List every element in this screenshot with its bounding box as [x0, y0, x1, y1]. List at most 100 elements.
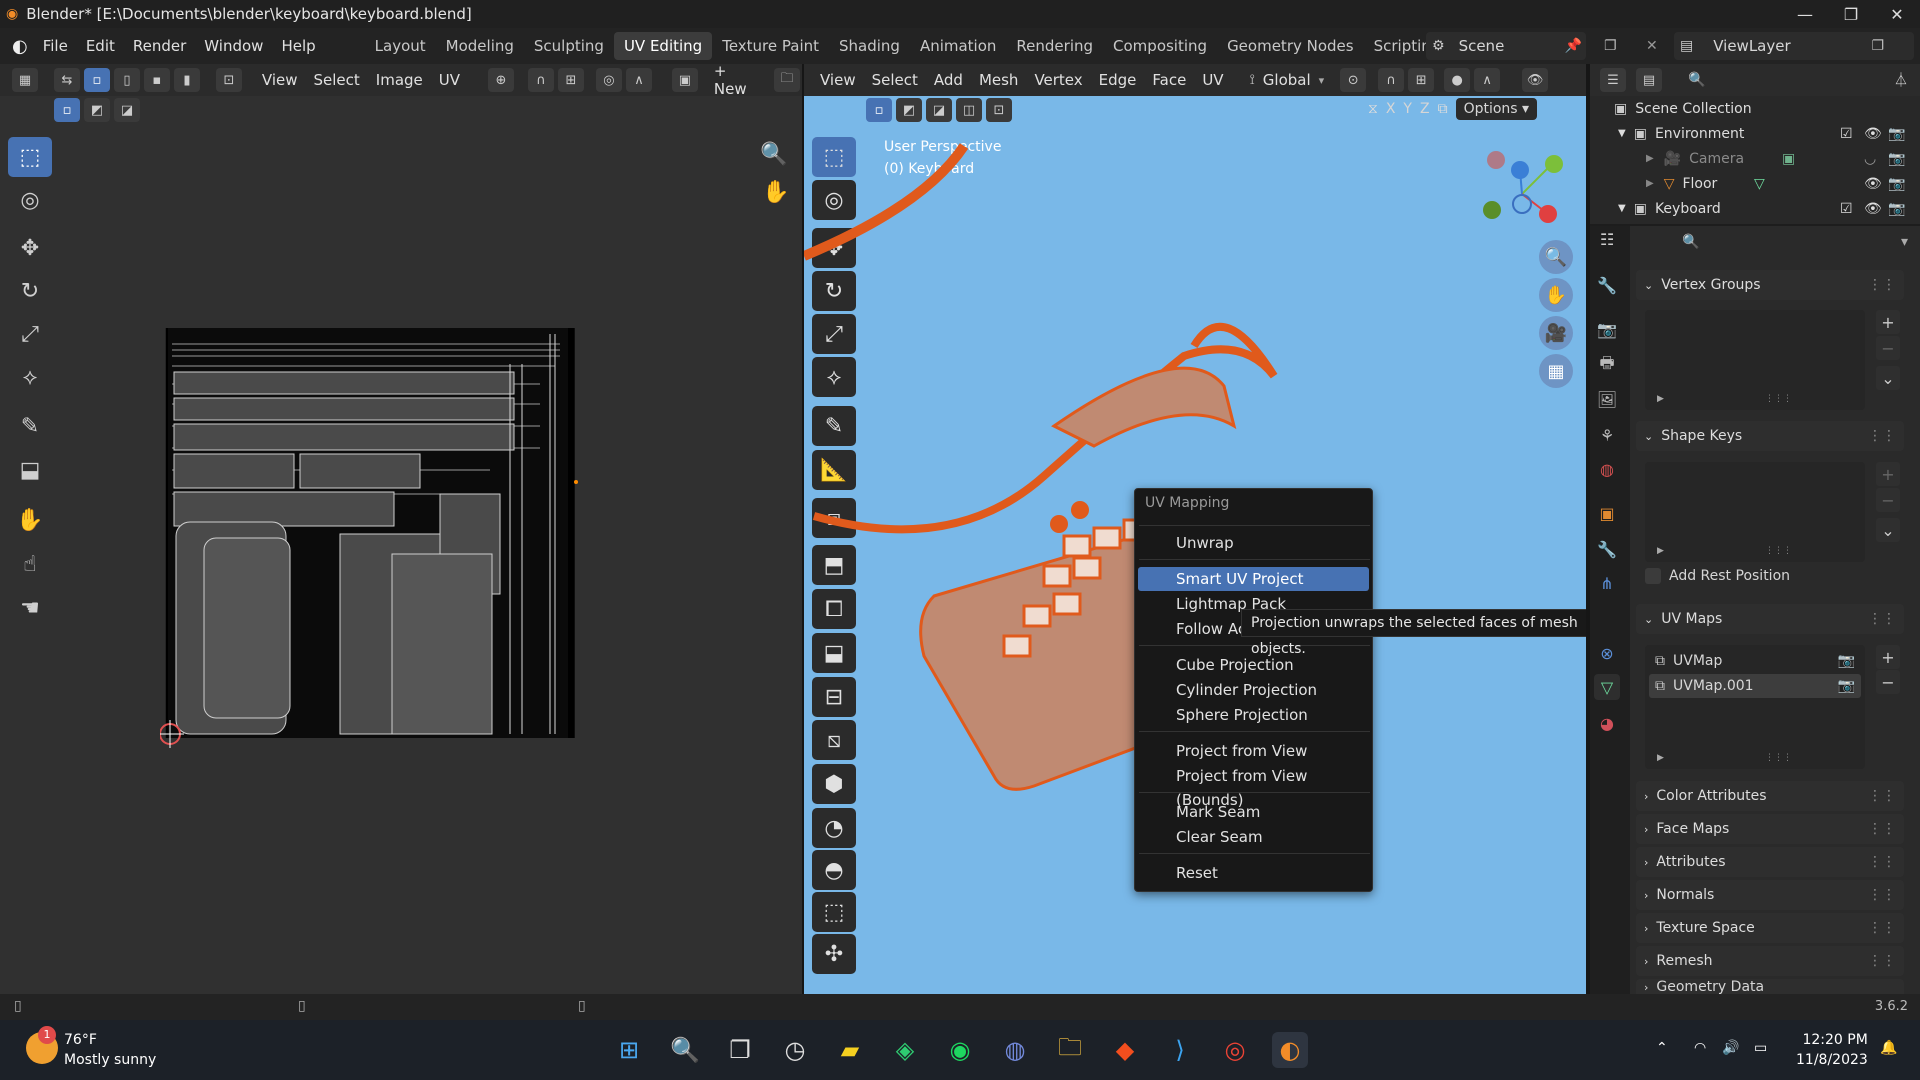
relax-tool-icon[interactable]: ☝	[8, 544, 52, 584]
expand-icon[interactable]: ▶	[1646, 153, 1654, 164]
outliner-type-icon[interactable]: ☰	[1600, 68, 1626, 92]
checkbox-icon[interactable]: ☑	[1840, 201, 1853, 217]
edge-select-icon[interactable]: ▯	[113, 68, 140, 92]
props-options-chevron-icon[interactable]: ▾	[1901, 234, 1908, 250]
weather-widget[interactable]: 76°F Mostly sunny	[64, 1030, 156, 1070]
remove-vertex-group-button[interactable]: −	[1876, 336, 1900, 360]
particles-properties-icon[interactable]: ⋔	[1594, 570, 1620, 596]
vp-menu-mesh[interactable]: Mesh	[971, 71, 1027, 89]
properties-type-icon[interactable]: ☷	[1600, 230, 1614, 249]
discord-icon[interactable]: ◍	[997, 1032, 1033, 1068]
expand-icon[interactable]: ▼	[1618, 128, 1626, 139]
menu-file[interactable]: File	[34, 28, 77, 64]
tray-chevron-icon[interactable]: ⌃	[1656, 1040, 1668, 1056]
tab-rendering[interactable]: Rendering	[1006, 32, 1103, 60]
pinch-tool-icon[interactable]: ☚	[8, 588, 52, 628]
menu-item-cylinder-projection[interactable]: Cylinder Projection	[1138, 678, 1369, 702]
orientation-dropdown[interactable]: Global	[1255, 71, 1319, 89]
modifier-properties-icon[interactable]: 🔧	[1594, 536, 1620, 562]
face-select-icon[interactable]: ▪	[143, 68, 170, 92]
image-browse-icon[interactable]: ▣	[671, 68, 698, 92]
search-icon[interactable]: 🔍	[1688, 72, 1705, 88]
list-resize-handle-icon[interactable]: ⋮⋮⋮	[1765, 546, 1792, 556]
blender-taskbar-icon[interactable]: ◐	[1272, 1032, 1308, 1068]
vertex-groups-list[interactable]: ▶ ⋮⋮⋮	[1645, 310, 1865, 410]
menu-edit[interactable]: Edit	[77, 28, 124, 64]
file-explorer-icon[interactable]: 🗀	[1052, 1032, 1088, 1068]
drag-handle-icon[interactable]: ⋮⋮	[1868, 788, 1896, 804]
spotify-icon[interactable]: ◉	[942, 1032, 978, 1068]
maximize-button[interactable]: ❐	[1828, 0, 1874, 28]
menu-item-reset[interactable]: Reset	[1138, 861, 1369, 885]
remove-uv-map-button[interactable]: −	[1876, 670, 1900, 694]
viewlayer-selector[interactable]: ▤ ViewLayer ❐	[1674, 32, 1914, 60]
menu-window[interactable]: Window	[195, 28, 272, 64]
island-select-icon[interactable]: ▮	[173, 68, 200, 92]
start-icon[interactable]: ⊞	[611, 1032, 647, 1068]
clock[interactable]: 12:20 PM 11/8/2023	[1796, 1030, 1868, 1070]
proportional-edit-icon[interactable]: ◎	[595, 68, 622, 92]
shape-keys-list[interactable]: ▶ ⋮⋮⋮	[1645, 462, 1865, 562]
scene-properties-icon[interactable]: ⚘	[1594, 422, 1620, 448]
output-properties-icon[interactable]: 🖶	[1594, 352, 1620, 378]
tab-sculpting[interactable]: Sculpting	[524, 32, 614, 60]
tab-animation[interactable]: Animation	[910, 32, 1006, 60]
vp-menu-edge[interactable]: Edge	[1091, 71, 1145, 89]
normals-panel-header[interactable]: › Normals ⋮⋮	[1636, 880, 1904, 910]
view-layer-properties-icon[interactable]: 🖼	[1594, 386, 1620, 412]
uv-menu-image[interactable]: Image	[368, 71, 431, 89]
outliner-row-environment[interactable]: ▼ ▣ Environment ☑ 👁 📷	[1618, 121, 1920, 146]
new-viewlayer-icon[interactable]: ❐	[1871, 38, 1884, 54]
sticky-select-icon[interactable]: ⊡	[215, 68, 242, 92]
vertex-group-specials-button[interactable]: ⌄	[1876, 366, 1900, 390]
attributes-panel-header[interactable]: › Attributes ⋮⋮	[1636, 847, 1904, 877]
scale-tool-icon[interactable]: ⤢	[8, 314, 52, 354]
drag-handle-icon[interactable]: ⋮⋮	[1868, 611, 1896, 627]
uv-menu-select[interactable]: Select	[306, 71, 368, 89]
geometry-data-panel-header[interactable]: › Geometry Data	[1636, 979, 1904, 994]
pan-hand-icon[interactable]: ✋	[762, 180, 789, 205]
clock-app-icon[interactable]: ◷	[777, 1032, 813, 1068]
list-resize-handle-icon[interactable]: ⋮⋮⋮	[1765, 753, 1792, 763]
drag-handle-icon[interactable]: ⋮⋮	[1868, 428, 1896, 444]
eye-icon[interactable]: 👁	[1864, 176, 1882, 192]
pivot-icon[interactable]: ⊕	[488, 68, 514, 92]
drag-handle-icon[interactable]: ⋮⋮	[1868, 953, 1896, 969]
menu-item-smart-uv-project[interactable]: Smart UV Project	[1138, 567, 1369, 591]
shape-keys-panel-header[interactable]: ⌄ Shape Keys ⋮⋮	[1636, 421, 1904, 451]
expand-icon[interactable]: ▶	[1646, 178, 1654, 189]
material-properties-icon[interactable]: ◕	[1594, 710, 1620, 736]
outliner-scene-collection[interactable]: ▣ Scene Collection	[1614, 96, 1920, 121]
move-tool-icon[interactable]: ✥	[8, 228, 52, 268]
add-rest-position-checkbox[interactable]	[1645, 568, 1661, 584]
task-view-icon[interactable]: ❐	[722, 1032, 758, 1068]
list-resize-handle-icon[interactable]: ⋮⋮⋮	[1765, 394, 1792, 404]
remesh-panel-header[interactable]: › Remesh ⋮⋮	[1636, 946, 1904, 976]
menu-item-mark-seam[interactable]: Mark Seam	[1138, 800, 1369, 824]
list-expand-icon[interactable]: ▶	[1657, 394, 1664, 404]
list-item[interactable]: ⧉ UVMap 📷	[1649, 649, 1861, 673]
zoom-icon[interactable]: 🔍	[760, 142, 787, 167]
add-uv-map-button[interactable]: +	[1876, 645, 1900, 669]
vp-menu-uv[interactable]: UV	[1194, 71, 1231, 89]
vp-menu-add[interactable]: Add	[926, 71, 971, 89]
active-render-camera-icon[interactable]: 📷	[1838, 653, 1855, 669]
uv-menu-view[interactable]: View	[254, 71, 306, 89]
tab-layout[interactable]: Layout	[365, 32, 436, 60]
snap-target-icon[interactable]: ⊞	[557, 68, 584, 92]
tab-compositing[interactable]: Compositing	[1103, 32, 1217, 60]
render-properties-icon[interactable]: 📷	[1594, 316, 1620, 342]
vp-proportional-icon[interactable]: ●	[1444, 68, 1471, 92]
menu-item-unwrap[interactable]: Unwrap	[1138, 531, 1369, 555]
vp-falloff-icon[interactable]: ∧	[1474, 68, 1501, 92]
add-vertex-group-button[interactable]: +	[1876, 310, 1900, 334]
vertex-select-icon[interactable]: ▫	[83, 68, 110, 92]
remove-shape-key-button[interactable]: −	[1876, 488, 1900, 512]
vp-menu-face[interactable]: Face	[1144, 71, 1194, 89]
drag-handle-icon[interactable]: ⋮⋮	[1868, 854, 1896, 870]
eye-closed-icon[interactable]: ◡	[1864, 151, 1876, 167]
vp-menu-view[interactable]: View	[812, 71, 864, 89]
visibility-icon[interactable]: 👁	[1522, 68, 1549, 92]
uv-maps-list[interactable]: ⧉ UVMap 📷 ⧉ UVMap.001 📷 ▶ ⋮⋮⋮	[1645, 645, 1865, 769]
outliner-row-camera[interactable]: ▶ 🎥 Camera ▣ ◡ 📷	[1646, 146, 1920, 171]
